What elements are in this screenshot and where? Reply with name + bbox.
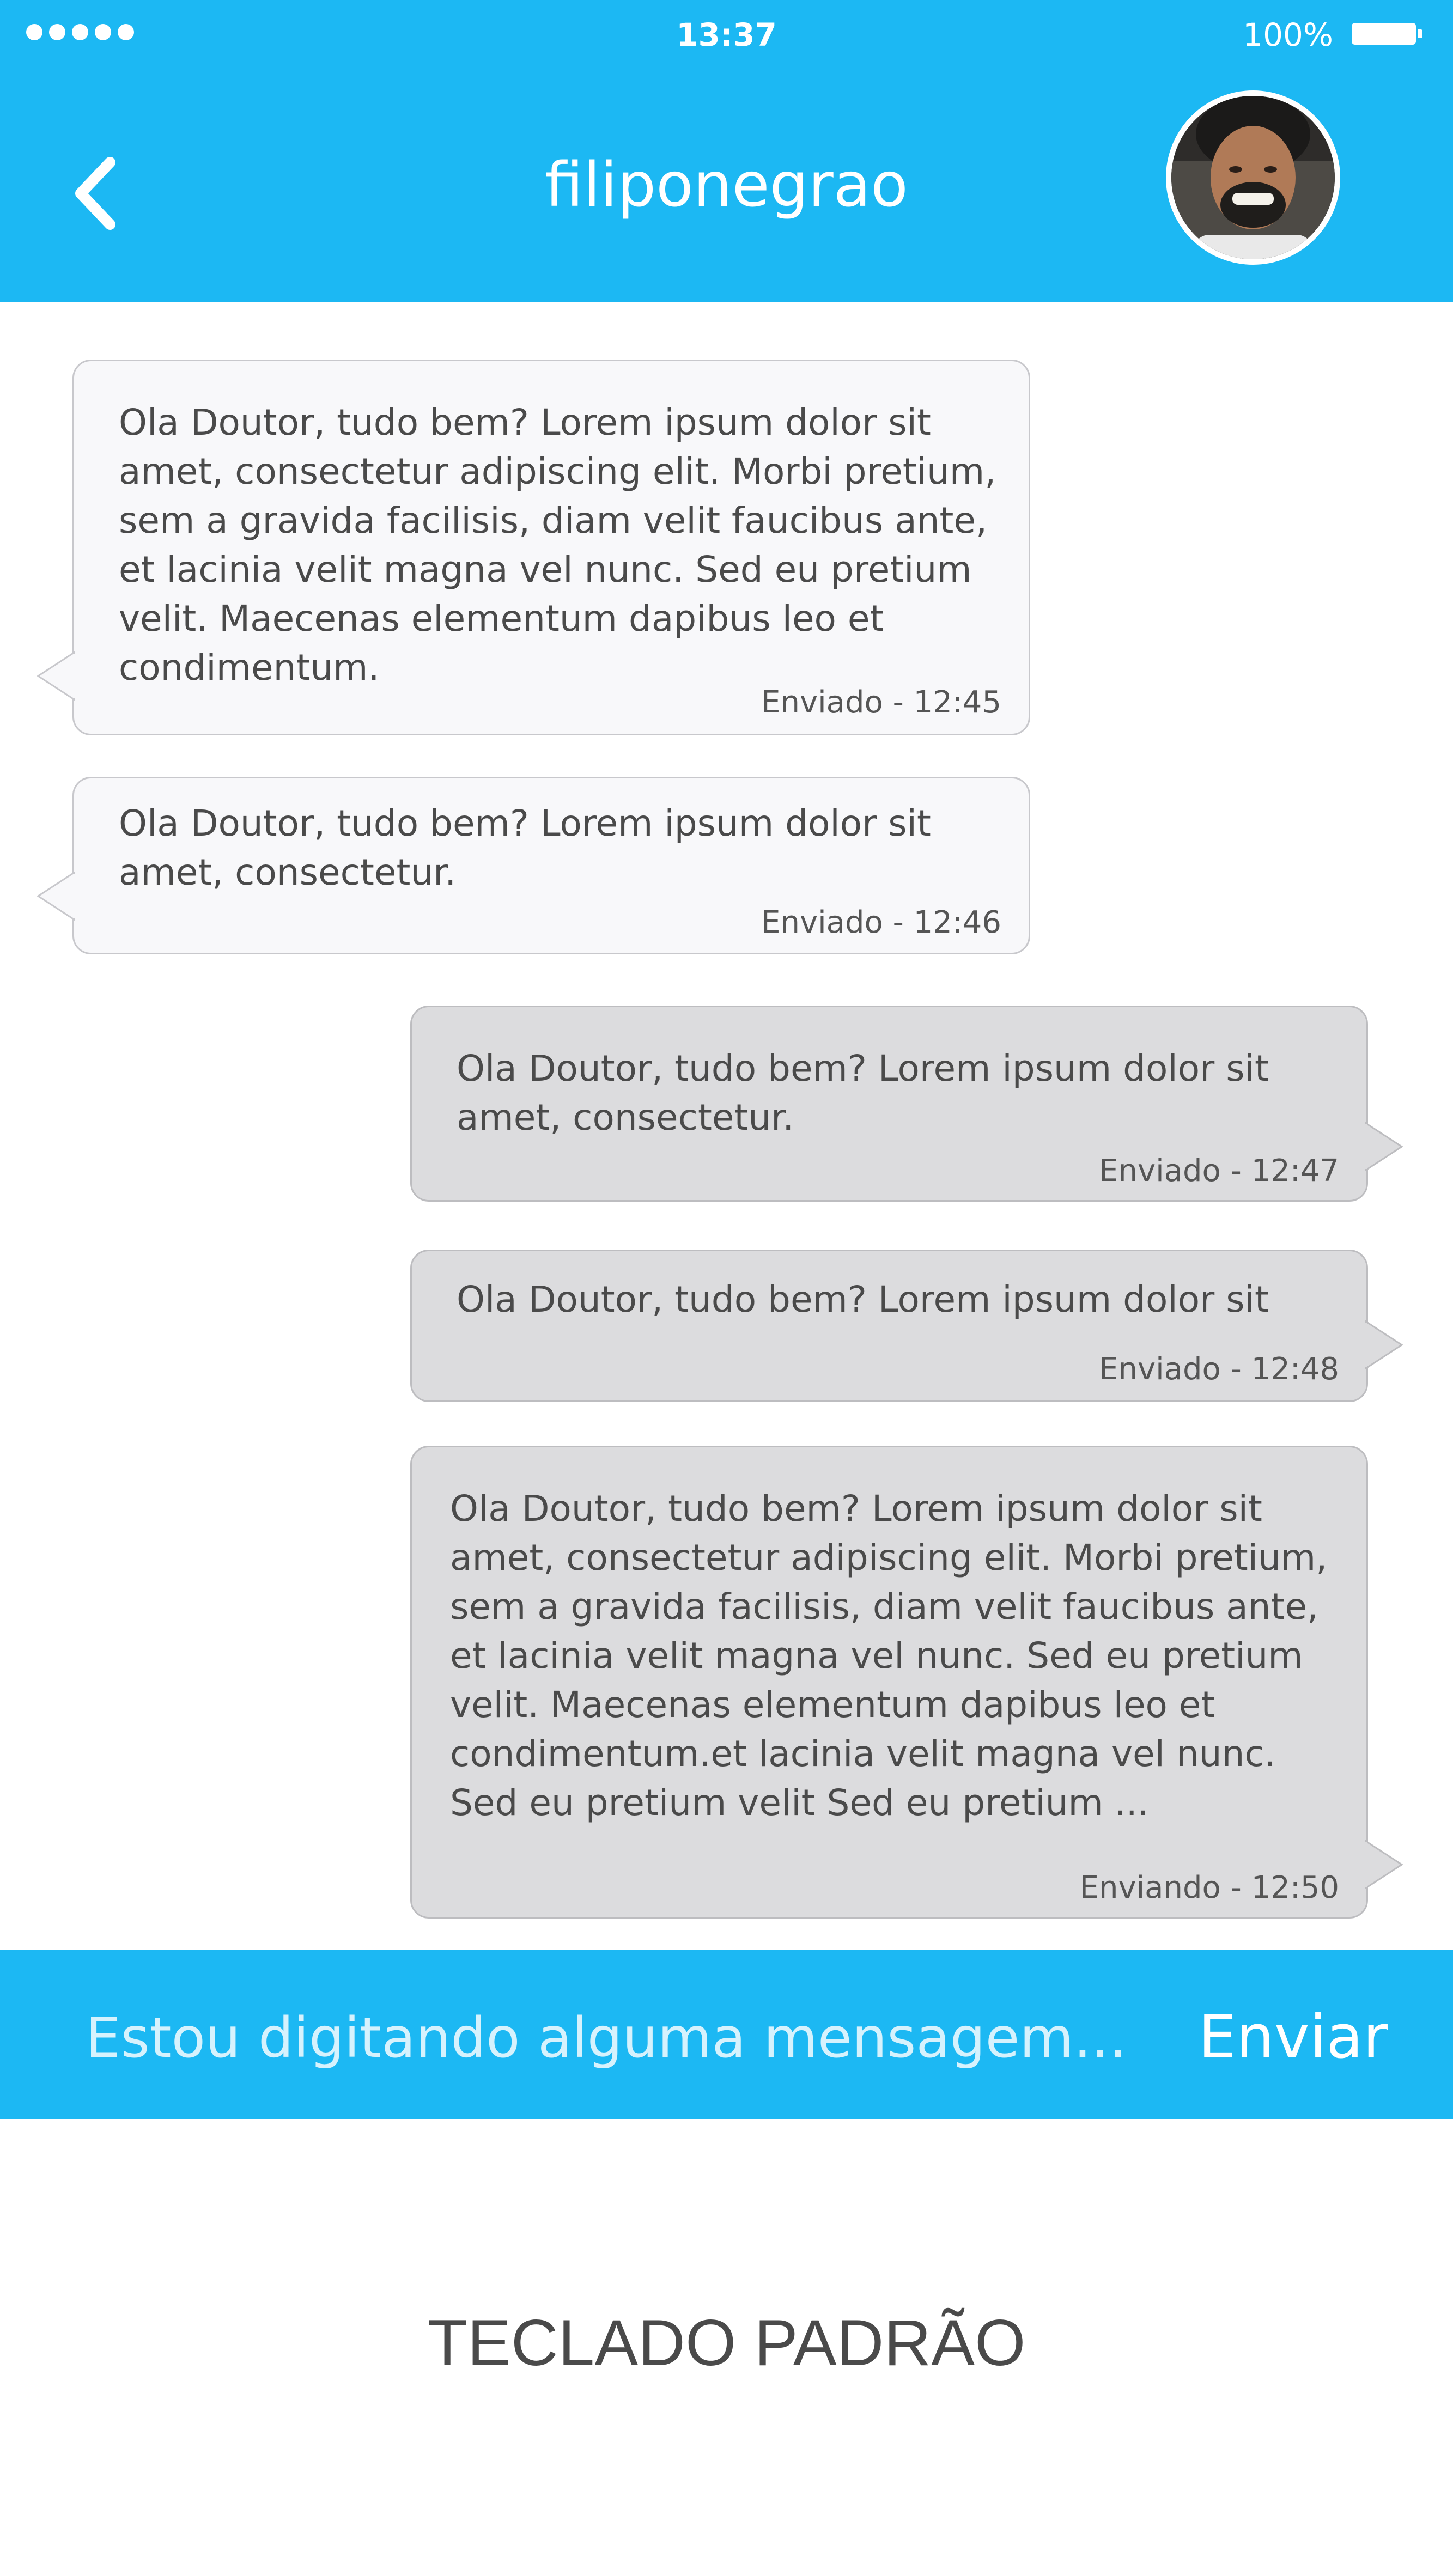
message-text: Ola Doutor, tudo bem? Lorem ipsum dolor … bbox=[457, 1048, 1269, 1138]
chat-header: 13:37 100% filiponegrao bbox=[0, 0, 1453, 302]
battery-percentage: 100% bbox=[1243, 16, 1333, 53]
bubble-tail-outgoing bbox=[1365, 1122, 1403, 1171]
avatar-photo bbox=[1171, 96, 1335, 259]
message-bubble-outgoing[interactable]: Ola Doutor, tudo bem? Lorem ipsum dolor … bbox=[410, 1250, 1368, 1402]
message-input[interactable] bbox=[84, 2005, 1122, 2071]
message-bubble-incoming[interactable]: Ola Doutor, tudo bem? Lorem ipsum dolor … bbox=[72, 360, 1030, 735]
bubble-tail-outgoing bbox=[1365, 1840, 1403, 1889]
keyboard-label: TECLADO PADRÃO bbox=[427, 2306, 1026, 2379]
message-text: Ola Doutor, tudo bem? Lorem ipsum dolor … bbox=[457, 1278, 1269, 1320]
message-timestamp: Enviado - 12:45 bbox=[761, 685, 1001, 720]
send-button[interactable]: Enviar bbox=[1198, 2002, 1388, 2072]
message-bubble-outgoing[interactable]: Ola Doutor, tudo bem? Lorem ipsum dolor … bbox=[410, 1006, 1368, 1202]
contact-avatar[interactable] bbox=[1166, 90, 1340, 265]
message-bubble-incoming[interactable]: Ola Doutor, tudo bem? Lorem ipsum dolor … bbox=[72, 777, 1030, 954]
bubble-tail-outgoing bbox=[1365, 1320, 1403, 1369]
message-text: Ola Doutor, tudo bem? Lorem ipsum dolor … bbox=[450, 1488, 1328, 1824]
message-timestamp: Enviando - 12:50 bbox=[1079, 1870, 1339, 1905]
message-composer: Enviar bbox=[0, 1950, 1453, 2119]
keyboard-placeholder: TECLADO PADRÃO bbox=[0, 2119, 1453, 2576]
message-timestamp: Enviado - 12:48 bbox=[1099, 1351, 1339, 1387]
bubble-tail-incoming bbox=[37, 651, 75, 701]
battery-icon bbox=[1352, 23, 1422, 45]
message-timestamp: Enviado - 12:47 bbox=[1099, 1153, 1339, 1189]
message-text: Ola Doutor, tudo bem? Lorem ipsum dolor … bbox=[119, 802, 931, 893]
status-time: 13:37 bbox=[676, 16, 777, 53]
message-bubble-outgoing[interactable]: Ola Doutor, tudo bem? Lorem ipsum dolor … bbox=[410, 1446, 1368, 1919]
message-text: Ola Doutor, tudo bem? Lorem ipsum dolor … bbox=[119, 401, 996, 689]
message-timestamp: Enviado - 12:46 bbox=[761, 905, 1001, 940]
bubble-tail-incoming bbox=[37, 872, 75, 921]
